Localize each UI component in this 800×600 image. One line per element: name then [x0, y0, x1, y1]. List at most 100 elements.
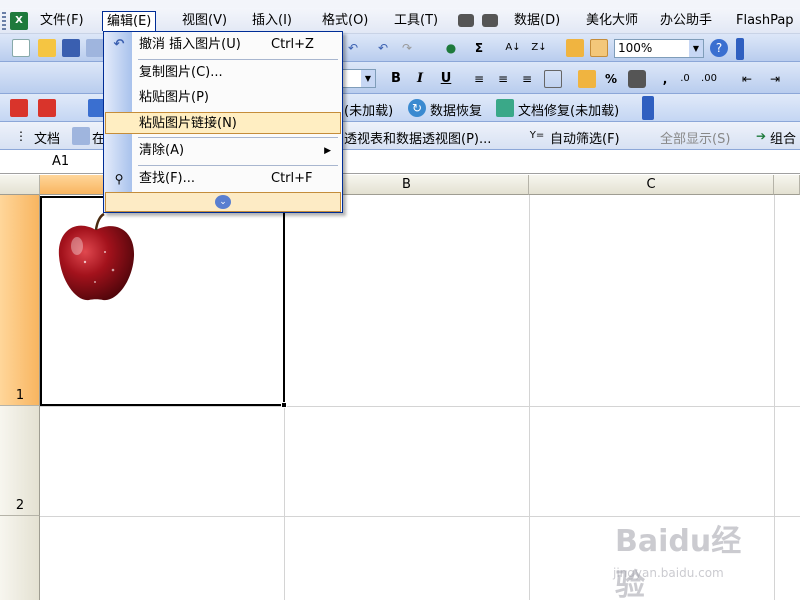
menu-file[interactable]: 文件(F) — [36, 11, 88, 31]
column-header-d[interactable] — [774, 175, 800, 195]
apple-picture[interactable] — [55, 212, 137, 304]
menu-item-find[interactable]: ⚲ 查找(F)... Ctrl+F — [105, 168, 341, 190]
hyperlink-globe-icon[interactable]: ● — [442, 39, 460, 57]
data-recovery-icon[interactable]: ↻ — [408, 99, 426, 117]
binoculars-icon: ⚲ — [114, 172, 124, 186]
menu-item-shortcut: Ctrl+F — [271, 171, 313, 186]
align-left-icon[interactable]: ≡ — [470, 70, 488, 88]
help-icon[interactable]: ? — [710, 39, 728, 57]
name-box[interactable]: A1 — [0, 152, 100, 172]
menu-item-paste-picture[interactable]: 粘贴图片(P) — [105, 87, 341, 109]
underline-button[interactable]: U — [436, 70, 456, 88]
undo-arrow-icon[interactable]: ↶ — [344, 39, 362, 57]
autofilter-icon[interactable]: Y= — [528, 127, 546, 145]
menu-expand-button[interactable]: ⌄ — [105, 192, 341, 212]
font-size-select[interactable]: ▼ — [340, 69, 376, 88]
doc-list-icon[interactable]: ⋮ — [12, 127, 30, 145]
camera-icon-2[interactable] — [482, 14, 498, 27]
excel-app-icon[interactable]: X — [10, 12, 28, 30]
doc-button[interactable]: 文档 — [34, 128, 60, 147]
menu-item-label: 撤消 插入图片(U) — [139, 37, 241, 52]
watermark-url: jingyan.baidu.com — [613, 566, 724, 580]
decrease-decimal-icon[interactable]: .00 — [700, 70, 718, 88]
pdf-options-icon[interactable] — [38, 99, 56, 117]
menu-insert[interactable]: 插入(I) — [248, 11, 296, 31]
drawing-icon[interactable] — [590, 39, 608, 57]
doc-repair-icon[interactable] — [496, 99, 514, 117]
align-right-icon[interactable]: ≡ — [518, 70, 536, 88]
menu-item-label: 粘贴图片链接(N) — [139, 116, 237, 131]
grid-line — [774, 195, 775, 600]
menu-data[interactable]: 数据(D) — [510, 11, 564, 31]
sort-descending-icon[interactable]: Z↓ — [530, 39, 548, 57]
addin-unloaded-label[interactable]: (未加载) — [344, 100, 393, 119]
italic-button[interactable]: I — [410, 70, 430, 88]
new-document-icon[interactable] — [12, 39, 30, 57]
row-header-1[interactable]: 1 — [0, 195, 40, 406]
watermark-brand: Baidu经验 — [615, 524, 742, 600]
row-header-2[interactable]: 2 — [0, 406, 40, 516]
camera-icon-3[interactable] — [628, 70, 646, 88]
menu-view[interactable]: 视图(V) — [178, 11, 231, 31]
double-chevron-down-icon: ⌄ — [215, 195, 231, 209]
row-label-1: 1 — [15, 388, 25, 403]
zoom-select[interactable]: 100% ▼ — [614, 39, 704, 58]
menu-item-label: 查找(F)... — [139, 171, 196, 186]
bold-button[interactable]: B — [386, 70, 406, 88]
sort-ascending-icon[interactable]: A↓ — [504, 39, 522, 57]
undo-icon: ↶ — [113, 37, 125, 52]
permission-icon[interactable] — [86, 39, 104, 57]
save-disk-icon[interactable] — [62, 39, 80, 57]
camera-icon[interactable] — [458, 14, 474, 27]
decrease-indent-icon[interactable]: ⇤ — [738, 70, 756, 88]
select-all-corner[interactable] — [0, 175, 40, 195]
increase-indent-icon[interactable]: ⇥ — [766, 70, 784, 88]
pivot-table-menu[interactable]: 透视表和数据透视图(P)... — [344, 128, 491, 147]
menu-item-label: 清除(A) — [139, 143, 185, 158]
show-all-button[interactable]: 全部显示(S) — [660, 128, 730, 147]
menu-edit[interactable]: 编辑(E) — [102, 11, 157, 31]
menu-tools[interactable]: 工具(T) — [390, 11, 442, 31]
menu-flashpaper[interactable]: FlashPap — [732, 11, 798, 31]
menu-item-clear[interactable]: 清除(A) ▶ — [105, 140, 341, 162]
menu-item-shortcut: Ctrl+Z — [271, 37, 314, 52]
pdf-export-icon[interactable] — [10, 99, 28, 117]
currency-icon[interactable] — [578, 70, 596, 88]
menu-format[interactable]: 格式(O) — [318, 11, 372, 31]
autofilter-button[interactable]: 自动筛选(F) — [550, 128, 620, 147]
image-icon[interactable] — [72, 127, 90, 145]
toolbar-options-icon[interactable] — [642, 96, 654, 120]
menu-beautify[interactable]: 美化大师 — [582, 11, 642, 31]
chevron-down-icon[interactable]: ▼ — [689, 40, 703, 57]
doc-repair-button[interactable]: 文档修复(未加载) — [518, 100, 619, 119]
menu-office-assistant[interactable]: 办公助手 — [656, 11, 716, 31]
comma-style-button[interactable]: , — [656, 70, 674, 88]
percent-button[interactable]: % — [602, 70, 620, 88]
undo-icon[interactable]: ↶ — [374, 39, 392, 57]
grid-line — [529, 195, 530, 600]
chevron-down-icon[interactable]: ▼ — [361, 70, 375, 87]
group-arrow-icon[interactable]: ➔ — [752, 127, 770, 145]
zoom-value: 100% — [618, 41, 653, 55]
baidu-watermark: Baidu经验 jingyan.baidu.com — [595, 510, 755, 600]
menu-separator — [138, 165, 338, 166]
menu-item-paste-picture-link[interactable]: 粘贴图片链接(N) — [105, 112, 341, 134]
data-recovery-button[interactable]: 数据恢复 — [430, 100, 482, 119]
open-folder-icon[interactable] — [38, 39, 56, 57]
menu-item-undo[interactable]: ↶ 撤消 插入图片(U) Ctrl+Z — [105, 34, 341, 56]
menu-item-copy-picture[interactable]: 复制图片(C)... — [105, 62, 341, 84]
align-center-icon[interactable]: ≡ — [494, 70, 512, 88]
increase-decimal-icon[interactable]: .0 — [676, 70, 694, 88]
chart-wizard-icon[interactable] — [566, 39, 584, 57]
fill-handle[interactable] — [281, 402, 287, 408]
column-header-c[interactable]: C — [529, 175, 774, 195]
menubar-grip-handle[interactable] — [2, 12, 6, 30]
toolbar-options-icon[interactable] — [736, 38, 744, 60]
group-button[interactable]: 组合 — [770, 128, 796, 147]
menu-item-label: 粘贴图片(P) — [139, 90, 209, 105]
merge-center-icon[interactable] — [544, 70, 562, 88]
menu-separator — [138, 59, 338, 60]
redo-icon[interactable]: ↷ — [398, 39, 416, 57]
autosum-icon[interactable]: Σ — [470, 39, 488, 57]
row-header-3[interactable] — [0, 516, 40, 600]
